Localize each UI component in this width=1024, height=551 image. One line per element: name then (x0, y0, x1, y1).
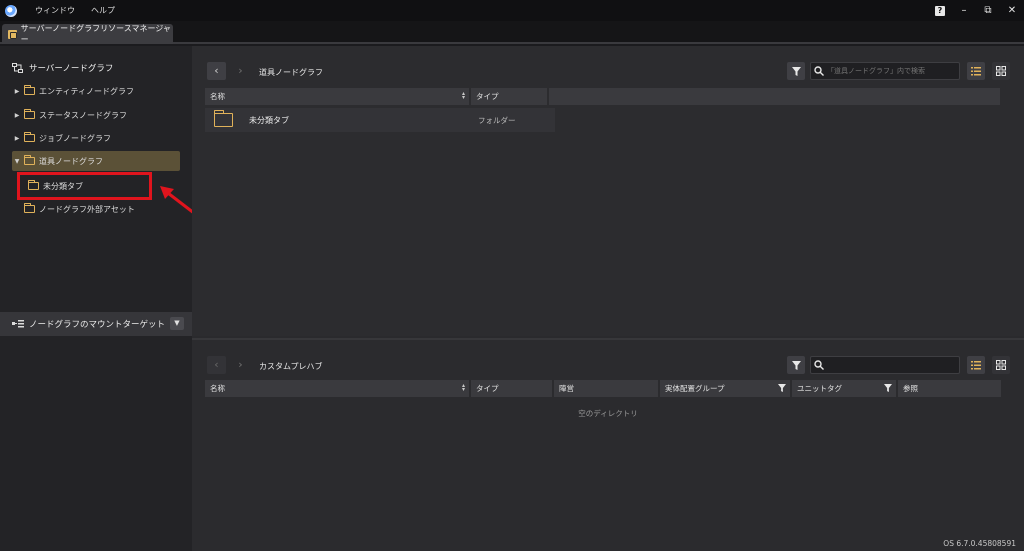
minimize-button[interactable]: – (952, 5, 976, 16)
back-button[interactable]: ‹ (207, 62, 226, 80)
title-bar: ウィンドウ ヘルプ ? – ⧉ ✕ (0, 0, 1024, 21)
expand-arrow-icon[interactable]: ▶ (12, 88, 22, 95)
search-icon (814, 360, 824, 370)
folder-icon (24, 109, 35, 119)
list-view-icon (971, 360, 981, 369)
expand-arrow-icon[interactable]: ▶ (12, 112, 22, 119)
mount-target-icon (12, 320, 24, 328)
restore-button[interactable]: ⧉ (976, 5, 1000, 16)
tab-resource-manager[interactable]: サーバーノードグラフリソースマネージャー (2, 24, 173, 44)
current-path: 道具ノードグラフ (259, 68, 323, 77)
sort-icon[interactable]: ▴ ▾ (462, 91, 465, 101)
mount-target-bar[interactable]: ノードグラフのマウントターゲット ▼ (0, 312, 192, 336)
column-header-type[interactable]: タイプ (471, 380, 552, 397)
column-header-reference[interactable]: 参照 (898, 380, 1001, 397)
grid-view-button[interactable] (992, 356, 1010, 374)
search-input[interactable] (827, 67, 955, 75)
sidebar-item-tool[interactable]: ▼ 道具ノードグラフ (12, 151, 180, 171)
asset-browser-panel: ‹ › 道具ノードグラフ 「道具ノードグラフ」内で検索 名称 ▴ ▾ タイプ 未… (192, 46, 1024, 336)
filter-icon[interactable] (778, 384, 786, 392)
filter-icon (791, 66, 801, 76)
chevron-down-icon[interactable]: ▼ (170, 317, 184, 330)
column-header-type[interactable]: タイプ (471, 88, 547, 105)
grid-view-button[interactable] (992, 62, 1010, 80)
sidebar-item-job[interactable]: ▶ ジョブノードグラフ (12, 128, 180, 148)
search-box[interactable] (810, 356, 960, 374)
main-area: ‹ › 道具ノードグラフ 「道具ノードグラフ」内で検索 名称 ▴ ▾ タイプ 未… (192, 46, 1024, 551)
sidebar-root[interactable]: サーバーノードグラフ (12, 62, 113, 74)
folder-icon (24, 203, 35, 213)
window-controls: ? – ⧉ ✕ (928, 0, 1024, 21)
folder-icon (213, 110, 233, 127)
column-header-faction[interactable]: 陣営 (554, 380, 658, 397)
column-header-name[interactable]: 名称 ▴ ▾ (205, 88, 469, 105)
column-header-unit-tag[interactable]: ユニットタグ (792, 380, 896, 397)
collapse-arrow-icon[interactable]: ▼ (12, 158, 22, 165)
sidebar-item-label: ステータスノードグラフ (39, 110, 127, 120)
table-row[interactable]: 未分類タブ フォルダー (205, 108, 555, 132)
mount-target-label: ノードグラフのマウントターゲット (29, 320, 166, 330)
search-input[interactable] (827, 361, 955, 369)
filter-icon (791, 360, 801, 370)
sidebar-item-label: ノードグラフ外部アセット (39, 204, 135, 214)
sidebar-item-label: エンティティノードグラフ (39, 86, 135, 96)
folder-icon (24, 85, 35, 95)
back-button[interactable]: ‹ (207, 356, 226, 374)
asset-browser-toolbar: ‹ › 道具ノードグラフ (192, 60, 1024, 82)
row-type: フォルダー (478, 115, 516, 125)
folder-icon (24, 155, 35, 165)
sidebar-tree: サーバーノードグラフ ▶ エンティティノードグラフ ▶ ステータスノードグラフ … (0, 46, 221, 312)
tab-label: サーバーノードグラフリソースマネージャー (20, 24, 171, 44)
close-button[interactable]: ✕ (1000, 5, 1024, 16)
version-label: OS 6.7.0.45808591 (943, 539, 1016, 548)
list-view-icon (971, 66, 981, 75)
search-icon (814, 66, 824, 76)
empty-directory-message: 空のディレクトリ (578, 409, 638, 418)
sidebar-item-label: ジョブノードグラフ (39, 133, 111, 143)
tab-bar: サーバーノードグラフリソースマネージャー (0, 21, 1024, 44)
forward-button[interactable]: › (231, 62, 250, 80)
menu-window[interactable]: ウィンドウ (35, 5, 75, 16)
filter-button[interactable] (787, 62, 805, 80)
annotation-highlight-box (17, 172, 152, 200)
forward-button[interactable]: › (231, 356, 250, 374)
column-header-empty (549, 88, 1000, 105)
sidebar-item-label: 道具ノードグラフ (39, 156, 103, 166)
sidebar-item-entity[interactable]: ▶ エンティティノードグラフ (12, 81, 180, 101)
list-view-button[interactable] (967, 62, 985, 80)
sidebar-root-label: サーバーノードグラフ (29, 64, 114, 74)
app-logo-icon (5, 4, 17, 17)
expand-arrow-icon[interactable]: ▶ (12, 135, 22, 142)
help-icon[interactable]: ? (935, 5, 945, 16)
node-graph-icon (12, 63, 23, 73)
table-header: 名称 ▴ ▾ タイプ (205, 88, 1002, 105)
row-name: 未分類タブ (249, 115, 289, 125)
table-header: 名称 ▴ ▾ タイプ 陣営 実体配置グループ ユニットタグ 参照 (205, 380, 1003, 397)
prefab-browser-panel: ‹ › カスタムプレハブ 名称 ▴ ▾ タイプ 陣営 実体配置グループ ユニット… (192, 338, 1024, 551)
grid-view-icon (996, 66, 1006, 76)
search-box[interactable] (810, 62, 960, 80)
list-view-button[interactable] (967, 356, 985, 374)
current-path: カスタムプレハブ (259, 362, 323, 371)
filter-icon[interactable] (884, 384, 892, 392)
sort-icon[interactable]: ▴ ▾ (462, 383, 465, 393)
sidebar-item-status[interactable]: ▶ ステータスノードグラフ (12, 105, 180, 125)
grid-view-icon (996, 360, 1006, 370)
folder-icon (24, 132, 35, 142)
prefab-browser-toolbar: ‹ › カスタムプレハブ (192, 354, 1024, 376)
column-header-placement-group[interactable]: 実体配置グループ (660, 380, 790, 397)
column-header-name[interactable]: 名称 ▴ ▾ (205, 380, 469, 397)
sidebar: サーバーノードグラフ ▶ エンティティノードグラフ ▶ ステータスノードグラフ … (0, 46, 221, 551)
resource-manager-icon (8, 29, 17, 39)
menu-help[interactable]: ヘルプ (91, 5, 115, 16)
filter-button[interactable] (787, 356, 805, 374)
